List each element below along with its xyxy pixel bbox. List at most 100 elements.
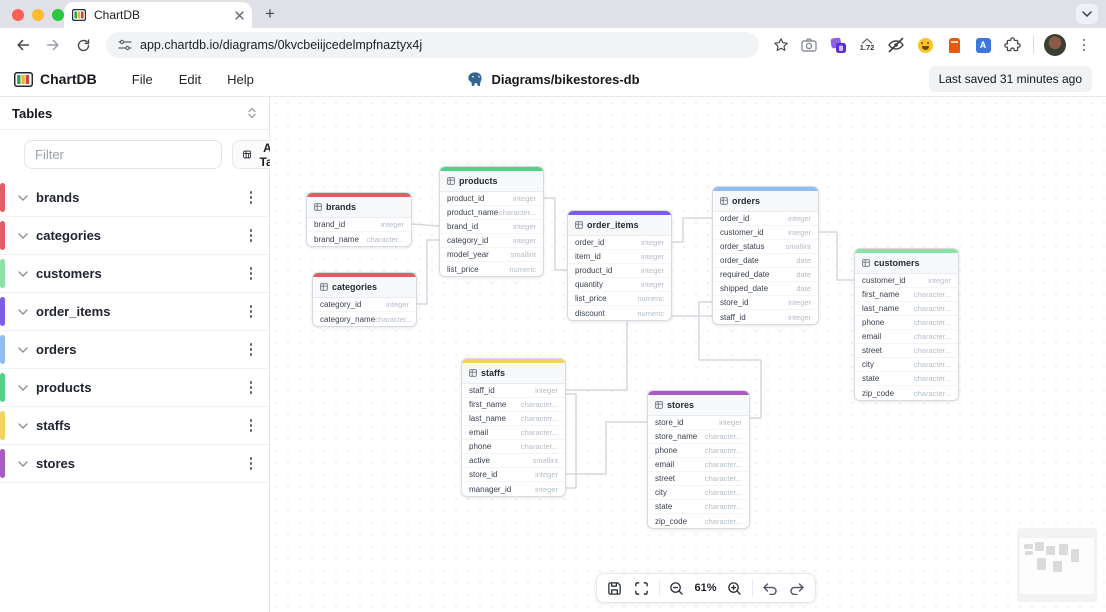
diagram-title-group[interactable]: Diagrams/bikestores-db — [466, 71, 639, 88]
table-node-header[interactable]: stores — [648, 395, 749, 416]
field-row-staffs-email[interactable]: emailcharacter... — [462, 426, 565, 440]
field-row-staffs-last_name[interactable]: last_namecharacter... — [462, 412, 565, 426]
bookmark-button[interactable] — [769, 33, 793, 57]
edge-categories.category_id-products.category_id[interactable] — [417, 240, 439, 304]
field-row-orders-order_id[interactable]: order_idinteger — [713, 212, 818, 226]
field-row-orders-customer_id[interactable]: customer_idinteger — [713, 226, 818, 240]
field-row-order_items-product_id[interactable]: product_idinteger — [568, 264, 671, 278]
ratio-extension-button[interactable]: 1.72 — [855, 33, 879, 57]
field-row-stores-phone[interactable]: phonecharacter... — [648, 444, 749, 458]
table-node-categories[interactable]: categoriescategory_idintegercategory_nam… — [312, 272, 417, 327]
field-row-staffs-active[interactable]: activesmallint — [462, 454, 565, 468]
menu-help[interactable]: Help — [214, 67, 267, 92]
table-node-products[interactable]: productsproduct_idintegerproduct_namecha… — [439, 166, 544, 277]
table-node-brands[interactable]: brandsbrand_idintegerbrand_namecharacter… — [306, 192, 412, 247]
field-row-stores-state[interactable]: statecharacter... — [648, 500, 749, 514]
chevron-down-icon[interactable] — [18, 195, 28, 201]
url-text[interactable]: app.chartdb.io/diagrams/0kvcbeiijcedelmp… — [140, 38, 747, 52]
new-tab-button[interactable]: + — [258, 2, 282, 26]
field-row-staffs-store_id[interactable]: store_idinteger — [462, 468, 565, 482]
field-row-categories-category_name[interactable]: category_namecharacter... — [313, 312, 416, 326]
url-bar[interactable]: app.chartdb.io/diagrams/0kvcbeiijcedelmp… — [106, 32, 759, 58]
sidebar-item-orders[interactable]: orders — [0, 331, 269, 369]
chevrons-up-down-icon[interactable] — [247, 107, 257, 119]
table-menu-button[interactable] — [247, 377, 256, 398]
edge-brands.brand_id-products.brand_id[interactable] — [412, 224, 439, 226]
field-row-customers-street[interactable]: streetcharacter... — [855, 344, 958, 358]
back-button[interactable] — [10, 32, 36, 58]
field-row-brands-brand_id[interactable]: brand_idinteger — [307, 218, 411, 232]
edge-orders.customer_id-customers.customer_id[interactable] — [819, 232, 854, 280]
tab-close-icon[interactable] — [235, 11, 244, 20]
sidebar-item-categories[interactable]: categories — [0, 217, 269, 255]
field-row-orders-store_id[interactable]: store_idinteger — [713, 296, 818, 310]
hydrant-extension-button[interactable] — [942, 33, 966, 57]
filter-input[interactable] — [24, 140, 222, 169]
forward-button[interactable] — [40, 32, 66, 58]
table-node-header[interactable]: products — [440, 171, 543, 192]
sidebar-item-customers[interactable]: customers — [0, 255, 269, 293]
extensions-menu-button[interactable] — [1000, 33, 1024, 57]
save-button[interactable] — [601, 576, 627, 600]
undo-button[interactable] — [757, 576, 783, 600]
field-row-staffs-manager_id[interactable]: manager_idinteger — [462, 482, 565, 496]
table-menu-button[interactable] — [247, 339, 256, 360]
tab-search-button[interactable] — [1076, 4, 1098, 24]
field-row-order_items-discount[interactable]: discountnumeric — [568, 306, 671, 320]
emoji-extension-button[interactable] — [913, 33, 937, 57]
field-row-customers-city[interactable]: citycharacter... — [855, 358, 958, 372]
field-row-customers-customer_id[interactable]: customer_idinteger — [855, 274, 958, 288]
table-node-order_items[interactable]: order_itemsorder_idintegeritem_idinteger… — [567, 210, 672, 321]
field-row-order_items-order_id[interactable]: order_idinteger — [568, 236, 671, 250]
table-menu-button[interactable] — [247, 187, 256, 208]
field-row-products-product_id[interactable]: product_idinteger — [440, 192, 543, 206]
field-row-order_items-quantity[interactable]: quantityinteger — [568, 278, 671, 292]
minimize-window-button[interactable] — [32, 9, 44, 21]
table-menu-button[interactable] — [247, 415, 256, 436]
field-row-orders-order_date[interactable]: order_datedate — [713, 254, 818, 268]
field-row-customers-state[interactable]: statecharacter... — [855, 372, 958, 386]
field-row-staffs-phone[interactable]: phonecharacter... — [462, 440, 565, 454]
table-node-header[interactable]: brands — [307, 197, 411, 218]
field-row-customers-first_name[interactable]: first_namecharacter... — [855, 288, 958, 302]
sidebar-item-staffs[interactable]: staffs — [0, 407, 269, 445]
last-saved-button[interactable]: Last saved 31 minutes ago — [929, 66, 1092, 92]
browser-tab[interactable]: ChartDB — [64, 2, 252, 28]
field-row-categories-category_id[interactable]: category_idinteger — [313, 298, 416, 312]
visibility-extension-button[interactable] — [884, 33, 908, 57]
edge-staffs.store_id-stores.store_id[interactable] — [566, 422, 647, 474]
field-row-staffs-first_name[interactable]: first_namecharacter... — [462, 398, 565, 412]
field-row-customers-last_name[interactable]: last_namecharacter... — [855, 302, 958, 316]
field-row-products-list_price[interactable]: list_pricenumeric — [440, 262, 543, 276]
field-row-customers-zip_code[interactable]: zip_codecharacter... — [855, 386, 958, 400]
edge-orders.staff_id-staffs.staff_id[interactable] — [566, 316, 712, 390]
table-node-stores[interactable]: storesstore_idintegerstore_namecharacter… — [647, 390, 750, 529]
table-menu-button[interactable] — [247, 225, 256, 246]
field-row-stores-zip_code[interactable]: zip_codecharacter... — [648, 514, 749, 528]
table-menu-button[interactable] — [247, 301, 256, 322]
chevron-down-icon[interactable] — [18, 271, 28, 277]
field-row-order_items-list_price[interactable]: list_pricenumeric — [568, 292, 671, 306]
chevron-down-icon[interactable] — [18, 309, 28, 315]
field-row-stores-store_name[interactable]: store_namecharacter... — [648, 430, 749, 444]
edge-products.product_id-order_items.product_id[interactable] — [544, 198, 567, 270]
table-node-header[interactable]: staffs — [462, 363, 565, 384]
profile-button[interactable] — [1043, 33, 1067, 57]
translate-extension-button[interactable]: A — [971, 33, 995, 57]
table-node-orders[interactable]: ordersorder_idintegercustomer_idintegero… — [712, 186, 819, 325]
table-node-header[interactable]: categories — [313, 277, 416, 298]
sidebar-item-stores[interactable]: stores — [0, 445, 269, 483]
zoom-window-button[interactable] — [52, 9, 64, 21]
field-row-stores-store_id[interactable]: store_idinteger — [648, 416, 749, 430]
table-menu-button[interactable] — [247, 453, 256, 474]
chevron-down-icon[interactable] — [18, 233, 28, 239]
site-info-icon[interactable] — [118, 39, 132, 51]
zoom-in-button[interactable] — [722, 576, 748, 600]
field-row-products-product_name[interactable]: product_namecharacter... — [440, 206, 543, 220]
field-row-stores-city[interactable]: citycharacter... — [648, 486, 749, 500]
close-window-button[interactable] — [12, 9, 24, 21]
sidebar-item-brands[interactable]: brands — [0, 179, 269, 217]
table-node-customers[interactable]: customerscustomer_idintegerfirst_namecha… — [854, 248, 959, 401]
field-row-products-brand_id[interactable]: brand_idinteger — [440, 220, 543, 234]
table-node-header[interactable]: orders — [713, 191, 818, 212]
